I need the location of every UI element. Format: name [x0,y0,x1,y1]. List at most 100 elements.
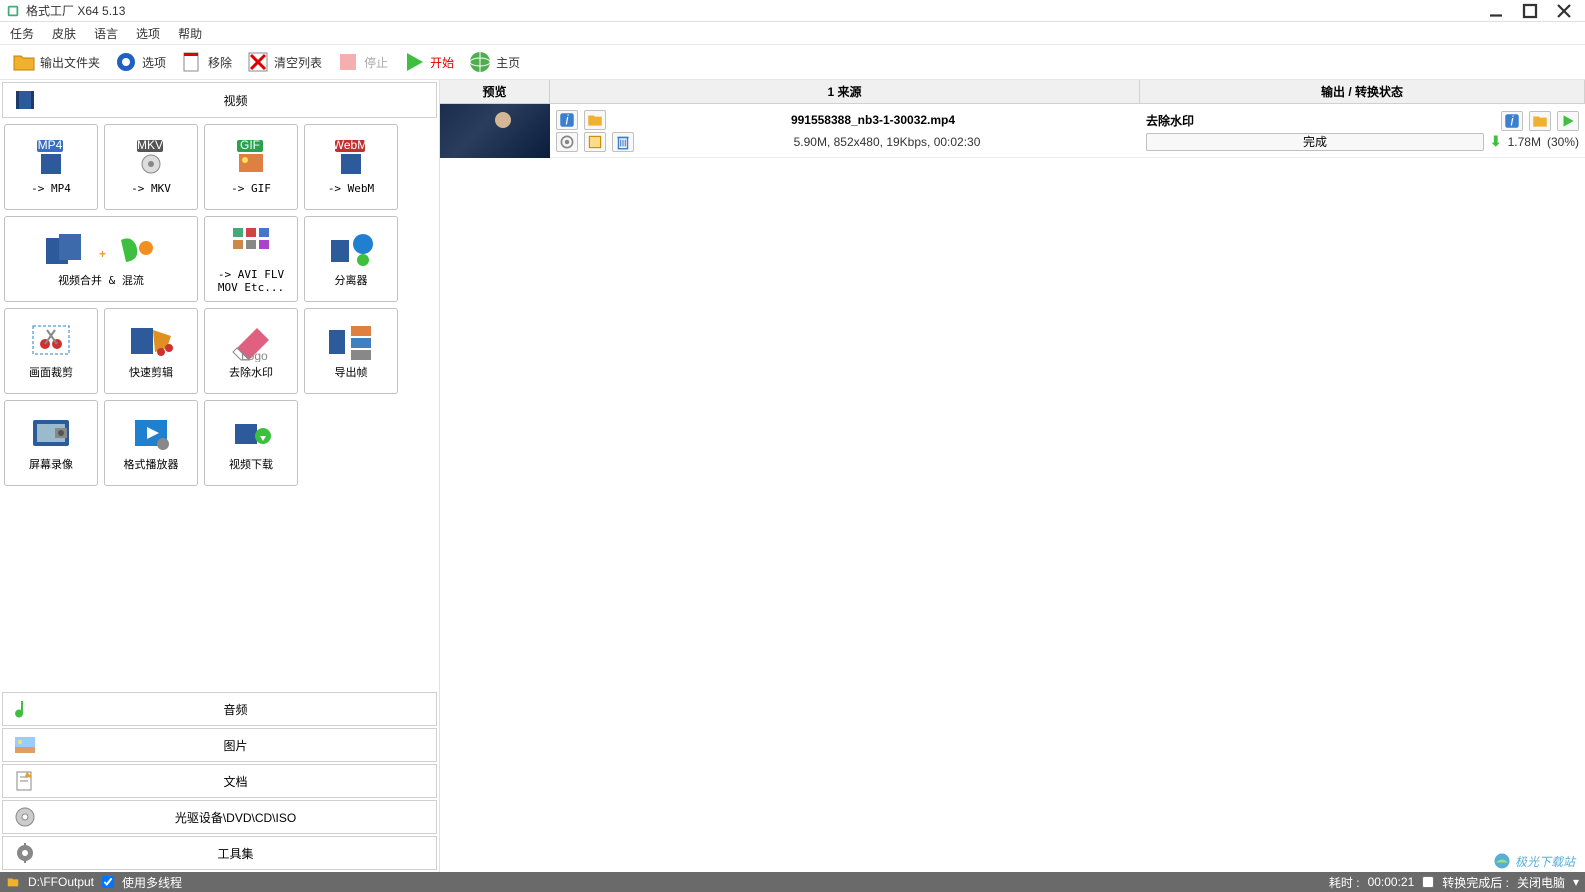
audio-icon [13,697,37,721]
menu-task[interactable]: 任务 [10,25,34,42]
statusbar: D:\FFOutput 使用多线程 耗时 : 00:00:21 转换完成后 : … [0,872,1585,892]
toolset-icon [13,841,37,865]
play-output-button[interactable] [1557,111,1579,131]
to-avi-button[interactable]: -> AVI FLV MOV Etc... [204,216,298,302]
col-status[interactable]: 输出 / 转换状态 [1140,80,1585,103]
recorder-icon [27,414,75,454]
start-button[interactable]: 开始 [398,48,458,76]
multithread-checkbox[interactable] [102,876,114,888]
download-arrow-icon: ⬇ [1490,133,1502,150]
output-info-button[interactable]: i [1501,111,1523,131]
svg-text:MKV: MKV [137,138,163,152]
menubar: 任务 皮肤 语言 选项 帮助 [0,22,1585,44]
crop-icon [27,322,75,362]
stop-icon [336,50,360,74]
elapsed-time: 00:00:21 [1368,875,1415,889]
video-icon [13,88,37,112]
thumbnail [440,104,550,157]
category-video[interactable]: 视频 [2,82,437,118]
document-icon [13,769,37,793]
to-gif-button[interactable]: GIF -> GIF [204,124,298,210]
titlebar: 格式工厂 X64 5.13 [0,0,1585,22]
output-folder-button[interactable] [1529,111,1551,131]
open-folder-button[interactable] [584,110,606,130]
minimize-button[interactable] [1481,2,1511,20]
eraser-icon: Logo [227,322,275,362]
category-disc[interactable]: 光驱设备\DVD\CD\ISO [2,800,437,834]
category-audio[interactable]: 音频 [2,692,437,726]
merge-icon: + [41,230,161,270]
merge-button[interactable]: + 视频合并 & 混流 [4,216,198,302]
multithread-label: 使用多线程 [122,874,182,891]
homepage-button[interactable]: 主页 [464,48,524,76]
after-action[interactable]: 关闭电脑 [1517,874,1565,891]
close-button[interactable] [1549,2,1579,20]
to-mp4-button[interactable]: MP4 -> MP4 [4,124,98,210]
mp4-icon: MP4 [27,138,75,178]
window-title: 格式工厂 X64 5.13 [26,2,1481,19]
svg-text:GIF: GIF [240,138,260,152]
output-path-icon[interactable] [6,875,20,889]
video-tools-grid: MP4 -> MP4 MKV -> MKV GIF -> GIF WebM ->… [0,120,439,690]
options-button[interactable]: 选项 [110,48,170,76]
splitter-icon [327,230,375,270]
menu-lang[interactable]: 语言 [94,25,118,42]
player-button[interactable]: 格式播放器 [104,400,198,486]
download-icon [227,414,275,454]
to-webm-button[interactable]: WebM -> WebM [304,124,398,210]
col-preview[interactable]: 预览 [440,80,550,103]
remove-button[interactable]: 移除 [176,48,236,76]
globe-icon [468,50,492,74]
quick-clip-icon [127,322,175,362]
mkv-icon: MKV [127,138,175,178]
table-header: 预览 1 来源 输出 / 转换状态 [440,80,1585,104]
downloader-button[interactable]: 视频下载 [204,400,298,486]
screen-recorder-button[interactable]: 屏幕录像 [4,400,98,486]
quick-clip-button[interactable]: 快速剪辑 [104,308,198,394]
menu-skin[interactable]: 皮肤 [52,25,76,42]
export-frame-button[interactable]: 导出帧 [304,308,398,394]
webm-icon: WebM [327,138,375,178]
task-list: 预览 1 来源 输出 / 转换状态 i 991558388_nb3-1-3003… [440,80,1585,872]
to-mkv-button[interactable]: MKV -> MKV [104,124,198,210]
watermark-globe-icon [1493,852,1511,870]
clear-icon [246,50,270,74]
category-toolset[interactable]: 工具集 [2,836,437,870]
category-picture[interactable]: 图片 [2,728,437,762]
output-folder-button[interactable]: 输出文件夹 [8,48,104,76]
progress-bar: 完成 [1146,133,1484,151]
delete-button[interactable] [612,132,634,152]
task-row[interactable]: i 991558388_nb3-1-30032.mp4 5.90M, 852x4… [440,104,1585,158]
after-checkbox[interactable] [1422,876,1434,888]
crop-button[interactable]: 画面裁剪 [4,308,98,394]
disc-icon [13,805,37,829]
app-icon [6,4,20,18]
site-watermark: 极光下载站 [1493,852,1575,870]
gif-icon: GIF [227,138,275,178]
menu-options[interactable]: 选项 [136,25,160,42]
category-document[interactable]: 文档 [2,764,437,798]
range-button[interactable] [584,132,606,152]
operation-label: 去除水印 [1146,112,1495,129]
chevron-down-icon[interactable]: ▾ [1573,875,1579,889]
sidebar: 视频 MP4 -> MP4 MKV -> MKV GIF -> GIF WebM… [0,80,440,872]
elapsed-label: 耗时 : [1329,874,1360,891]
export-frame-icon [327,322,375,362]
remove-icon [180,50,204,74]
splitter-button[interactable]: 分离器 [304,216,398,302]
settings-button[interactable] [556,132,578,152]
svg-text:Logo: Logo [241,349,268,362]
stop-button[interactable]: 停止 [332,48,392,76]
remove-watermark-button[interactable]: Logo 去除水印 [204,308,298,394]
options-icon [114,50,138,74]
clear-button[interactable]: 清空列表 [242,48,326,76]
output-path[interactable]: D:\FFOutput [28,875,94,889]
info-button[interactable]: i [556,110,578,130]
svg-text:+: + [99,247,106,261]
after-label: 转换完成后 : [1442,874,1509,891]
col-source[interactable]: 1 来源 [550,80,1140,103]
maximize-button[interactable] [1515,2,1545,20]
menu-help[interactable]: 帮助 [178,25,202,42]
file-meta: 5.90M, 852x480, 19Kbps, 00:02:30 [640,135,1134,149]
player-icon [127,414,175,454]
